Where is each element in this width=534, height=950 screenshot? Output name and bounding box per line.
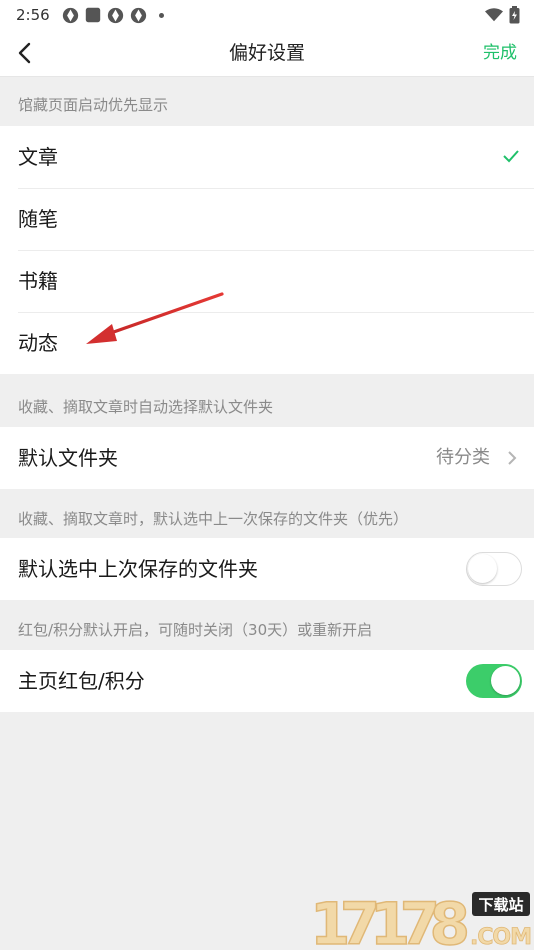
option-label: 随笔 — [18, 207, 58, 231]
last-saved-folder-group: 默认选中上次保存的文件夹 — [0, 538, 534, 600]
option-label: 书籍 — [18, 269, 58, 293]
toggle-knob — [491, 666, 520, 695]
last-saved-folder-row: 默认选中上次保存的文件夹 — [0, 538, 534, 600]
aperture-icon — [107, 7, 123, 23]
chevron-right-icon — [508, 451, 517, 465]
last-saved-folder-toggle[interactable] — [466, 552, 522, 586]
battery-charging-icon — [509, 6, 520, 24]
wifi-icon — [485, 8, 503, 22]
default-folder-row[interactable]: 默认文件夹 待分类 — [0, 427, 534, 489]
row-label: 默认文件夹 — [18, 446, 118, 470]
watermark-logo: 17178 下载站 .COM — [309, 889, 532, 950]
option-essays[interactable]: 随笔 — [0, 188, 534, 250]
section-header-default-folder: 收藏、摘取文章时自动选择默认文件夹 — [18, 398, 274, 416]
option-articles[interactable]: 文章 — [0, 126, 534, 188]
page-title: 偏好设置 — [228, 42, 305, 64]
homepage-red-packet-toggle[interactable] — [466, 664, 522, 698]
aperture-icon — [62, 7, 78, 23]
watermark-badge: 下载站 — [478, 896, 523, 914]
more-notifications-dot — [158, 12, 164, 18]
square-icon — [85, 7, 100, 23]
section-header-startup-display: 馆藏页面启动优先显示 — [18, 96, 169, 114]
red-packet-group: 主页红包/积分 — [0, 650, 534, 712]
section-header-red-packet: 红包/积分默认开启，可随时关闭（30天）或重新开启 — [18, 621, 373, 639]
checkmark-icon — [503, 150, 519, 163]
toggle-knob — [468, 554, 497, 583]
homepage-red-packet-row: 主页红包/积分 — [0, 650, 534, 712]
option-label: 文章 — [18, 145, 58, 169]
default-folder-group: 默认文件夹 待分类 — [0, 427, 534, 489]
annotation-arrow-icon — [86, 292, 224, 344]
aperture-icon — [130, 7, 146, 23]
nav-bar: 偏好设置 完成 — [0, 30, 534, 77]
option-moments[interactable]: 动态 — [0, 312, 534, 374]
default-folder-value: 待分类 — [436, 447, 490, 468]
notification-icons — [62, 7, 164, 24]
row-label: 主页红包/积分 — [18, 669, 145, 693]
option-books[interactable]: 书籍 — [0, 250, 534, 312]
status-time: 2:56 — [16, 6, 50, 24]
section-header-last-saved-folder: 收藏、摘取文章时，默认选中上一次保存的文件夹（优先） — [18, 510, 409, 528]
row-label: 默认选中上次保存的文件夹 — [18, 557, 258, 581]
status-bar: 2:56 — [0, 0, 534, 30]
startup-display-options: 文章 随笔 书籍 动态 — [0, 126, 534, 374]
done-button[interactable]: 完成 — [483, 30, 517, 76]
watermark-number: 17178 — [310, 890, 470, 950]
option-label: 动态 — [18, 331, 58, 355]
watermark-suffix: .COM — [470, 925, 532, 950]
